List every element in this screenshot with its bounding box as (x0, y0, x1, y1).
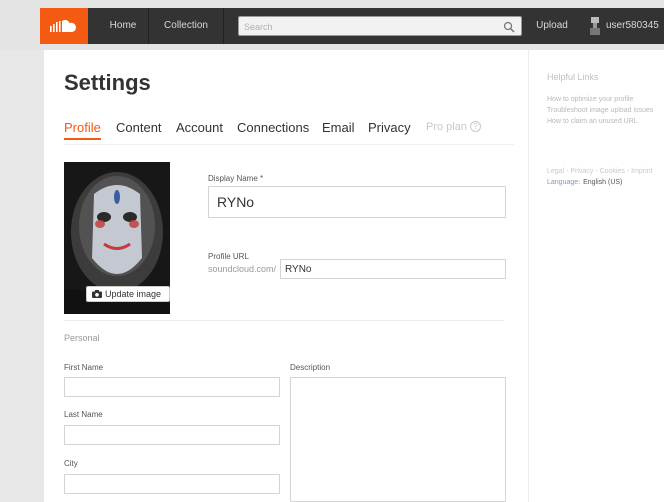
language-key: Language: (547, 179, 581, 186)
page-title: Settings (64, 70, 151, 95)
display-name-field[interactable] (208, 186, 506, 218)
first-name-field[interactable] (64, 377, 280, 397)
footer-link-cookies[interactable]: Cookies (600, 168, 625, 175)
first-name-label: First Name (64, 363, 104, 372)
help-link-claim-url[interactable]: How to claim an unused URL (547, 118, 638, 125)
settings-page: Settings Profile Content Account Connect… (44, 50, 664, 502)
description-field[interactable] (290, 377, 506, 502)
search-input[interactable] (239, 18, 521, 36)
tabs-divider (64, 144, 514, 145)
settings-main: Settings Profile Content Account Connect… (44, 50, 524, 502)
update-image-button[interactable]: Update image (86, 286, 170, 302)
footer-link-imprint[interactable]: Imprint (631, 168, 652, 175)
footer-link-privacy[interactable]: Privacy (570, 168, 593, 175)
tab-email[interactable]: Email (322, 120, 355, 135)
top-bar: Home Collection Upload user580345 (0, 0, 664, 50)
footer-link-legal[interactable]: Legal (547, 168, 564, 175)
tab-pro-plan-label: Pro plan (426, 121, 467, 133)
language-value: English (US) (583, 179, 623, 186)
personal-divider (64, 320, 504, 321)
navigation-bar: Home Collection Upload user580345 (40, 8, 664, 44)
city-label: City (64, 459, 78, 468)
language-selector[interactable]: Language: English (US) (547, 179, 622, 186)
footer-links: Legal - Privacy - Cookies - Imprint (547, 168, 653, 175)
helpful-links-heading: Helpful Links (547, 72, 599, 82)
display-name-label: Display Name * (208, 174, 264, 183)
soundcloud-logo-icon[interactable] (40, 8, 88, 44)
help-link-optimize-profile[interactable]: How to optimize your profile (547, 96, 633, 103)
search-icon[interactable] (503, 21, 515, 33)
help-link-image-upload[interactable]: Troubleshoot image upload issues (547, 107, 653, 114)
profile-url-field[interactable] (280, 259, 506, 279)
tab-account[interactable]: Account (176, 120, 223, 135)
search-box (238, 16, 522, 36)
last-name-field[interactable] (64, 425, 280, 445)
tab-profile[interactable]: Profile (64, 120, 101, 140)
last-name-label: Last Name (64, 410, 103, 419)
update-image-label: Update image (105, 289, 162, 299)
user-avatar-icon[interactable] (588, 17, 602, 35)
nav-upload-link[interactable]: Upload (532, 8, 572, 44)
city-field[interactable] (64, 474, 280, 494)
username-menu[interactable]: user580345 (606, 8, 664, 44)
camera-icon (92, 290, 102, 298)
tab-privacy[interactable]: Privacy (368, 120, 411, 135)
description-label: Description (290, 363, 331, 372)
help-sidebar: Helpful Links How to optimize your profi… (528, 50, 664, 502)
nav-home-link[interactable]: Home (98, 8, 148, 44)
help-icon[interactable]: ? (469, 121, 481, 132)
profile-url-prefix: soundcloud.com/ (208, 264, 277, 274)
tab-pro-plan[interactable]: Pro plan? (426, 121, 481, 133)
profile-image: Update image (64, 162, 170, 314)
personal-heading: Personal (64, 333, 100, 343)
nav-collection-link[interactable]: Collection (148, 8, 224, 44)
tab-connections[interactable]: Connections (237, 120, 309, 135)
tab-content[interactable]: Content (116, 120, 162, 135)
profile-url-label: Profile URL (208, 252, 249, 261)
